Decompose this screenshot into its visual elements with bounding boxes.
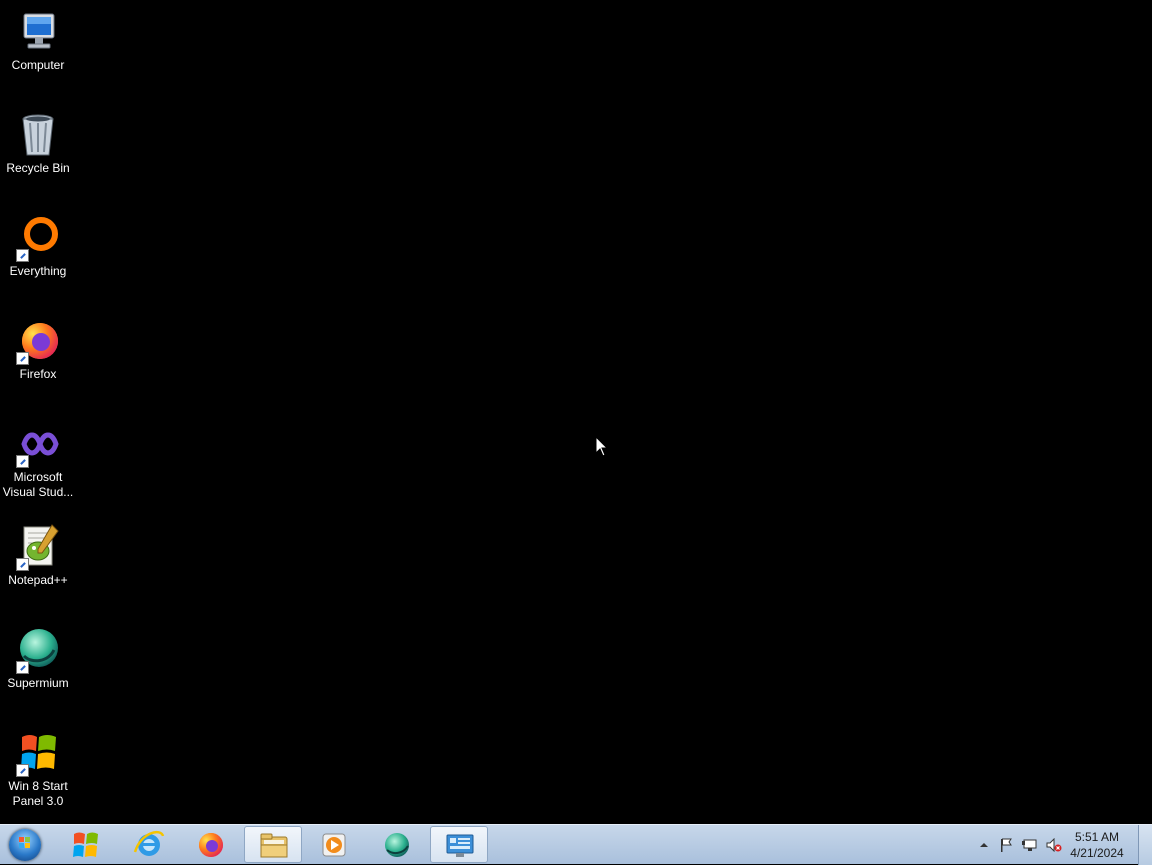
clock-date: 4/21/2024: [1070, 846, 1124, 860]
shortcut-arrow-icon: [16, 558, 29, 571]
desktop-icon-notepadpp[interactable]: Notepad++: [2, 523, 74, 588]
show-hidden-icons-arrow[interactable]: [976, 838, 992, 852]
media-player-icon: [322, 833, 346, 857]
desktop-icon-computer[interactable]: Computer: [2, 8, 74, 73]
shortcut-arrow-icon: [16, 249, 29, 262]
internet-explorer-icon: [133, 831, 165, 856]
taskbar-button-win8-start-panel[interactable]: [57, 826, 115, 863]
file-explorer-icon: [260, 833, 288, 858]
shortcut-arrow-icon: [16, 352, 29, 365]
supermium-icon: [14, 626, 62, 674]
taskbar-button-supermium[interactable]: [368, 826, 426, 863]
clock[interactable]: 5:51 AM 4/21/2024: [1066, 829, 1128, 861]
desktop-icon-firefox[interactable]: Firefox: [2, 317, 74, 382]
desktop-icon-everything[interactable]: Everything: [2, 214, 74, 279]
win8-start-panel-icon: [14, 729, 62, 777]
notepadpp-icon: [14, 523, 62, 571]
desktop-icon-visual-studio[interactable]: Microsoft Visual Stud...: [2, 420, 74, 500]
firefox-icon: [14, 317, 62, 365]
computer-icon: [14, 8, 62, 56]
start-button[interactable]: [3, 826, 47, 864]
taskbar-button-control-panel[interactable]: [430, 826, 488, 863]
windows-start-orb-icon: [9, 829, 41, 861]
firefox-icon: [199, 833, 223, 857]
shortcut-arrow-icon: [16, 455, 29, 468]
desktop-icon-label: Notepad++: [8, 573, 68, 587]
taskbar-button-firefox[interactable]: [182, 826, 240, 863]
desktop-icon-label: Microsoft Visual Stud...: [2, 470, 74, 499]
desktop-icon-recycle-bin[interactable]: Recycle Bin: [2, 111, 74, 176]
recycle-bin-icon: [14, 111, 62, 159]
desktop-icon-label: Supermium: [7, 676, 69, 690]
network-icon[interactable]: [1022, 838, 1038, 852]
action-center-flag-icon[interactable]: [998, 838, 1014, 852]
control-panel-icon: [446, 834, 474, 857]
shortcut-arrow-icon: [16, 764, 29, 777]
taskbar-button-internet-explorer[interactable]: [120, 826, 178, 863]
shortcut-arrow-icon: [16, 661, 29, 674]
desktop-icon-label: Everything: [9, 264, 67, 278]
everything-icon: [14, 214, 62, 262]
taskbar-button-media-player[interactable]: [306, 826, 364, 863]
supermium-icon: [385, 833, 409, 857]
show-desktop-button[interactable]: [1138, 825, 1152, 865]
desktop-icon-label: Recycle Bin: [6, 161, 70, 175]
taskbar: 5:51 AM 4/21/2024: [0, 824, 1152, 865]
clock-time: 5:51 AM: [1074, 830, 1120, 844]
desktop: Computer Recycle Bin Everything Firefox …: [0, 0, 1152, 824]
visual-studio-icon: [14, 420, 62, 468]
volume-muted-icon[interactable]: [1046, 838, 1062, 852]
mouse-cursor-icon: [595, 436, 609, 457]
desktop-icon-label: Firefox: [19, 367, 57, 381]
system-tray: 5:51 AM 4/21/2024: [968, 825, 1128, 865]
desktop-icon-label: Win 8 Start Panel 3.0: [8, 779, 68, 808]
win8-start-panel-icon: [73, 832, 98, 857]
desktop-icon-supermium[interactable]: Supermium: [2, 626, 74, 691]
desktop-icon-label: Computer: [11, 58, 65, 72]
desktop-icon-win8-start-panel[interactable]: Win 8 Start Panel 3.0: [2, 729, 74, 809]
taskbar-button-file-explorer[interactable]: [244, 826, 302, 863]
